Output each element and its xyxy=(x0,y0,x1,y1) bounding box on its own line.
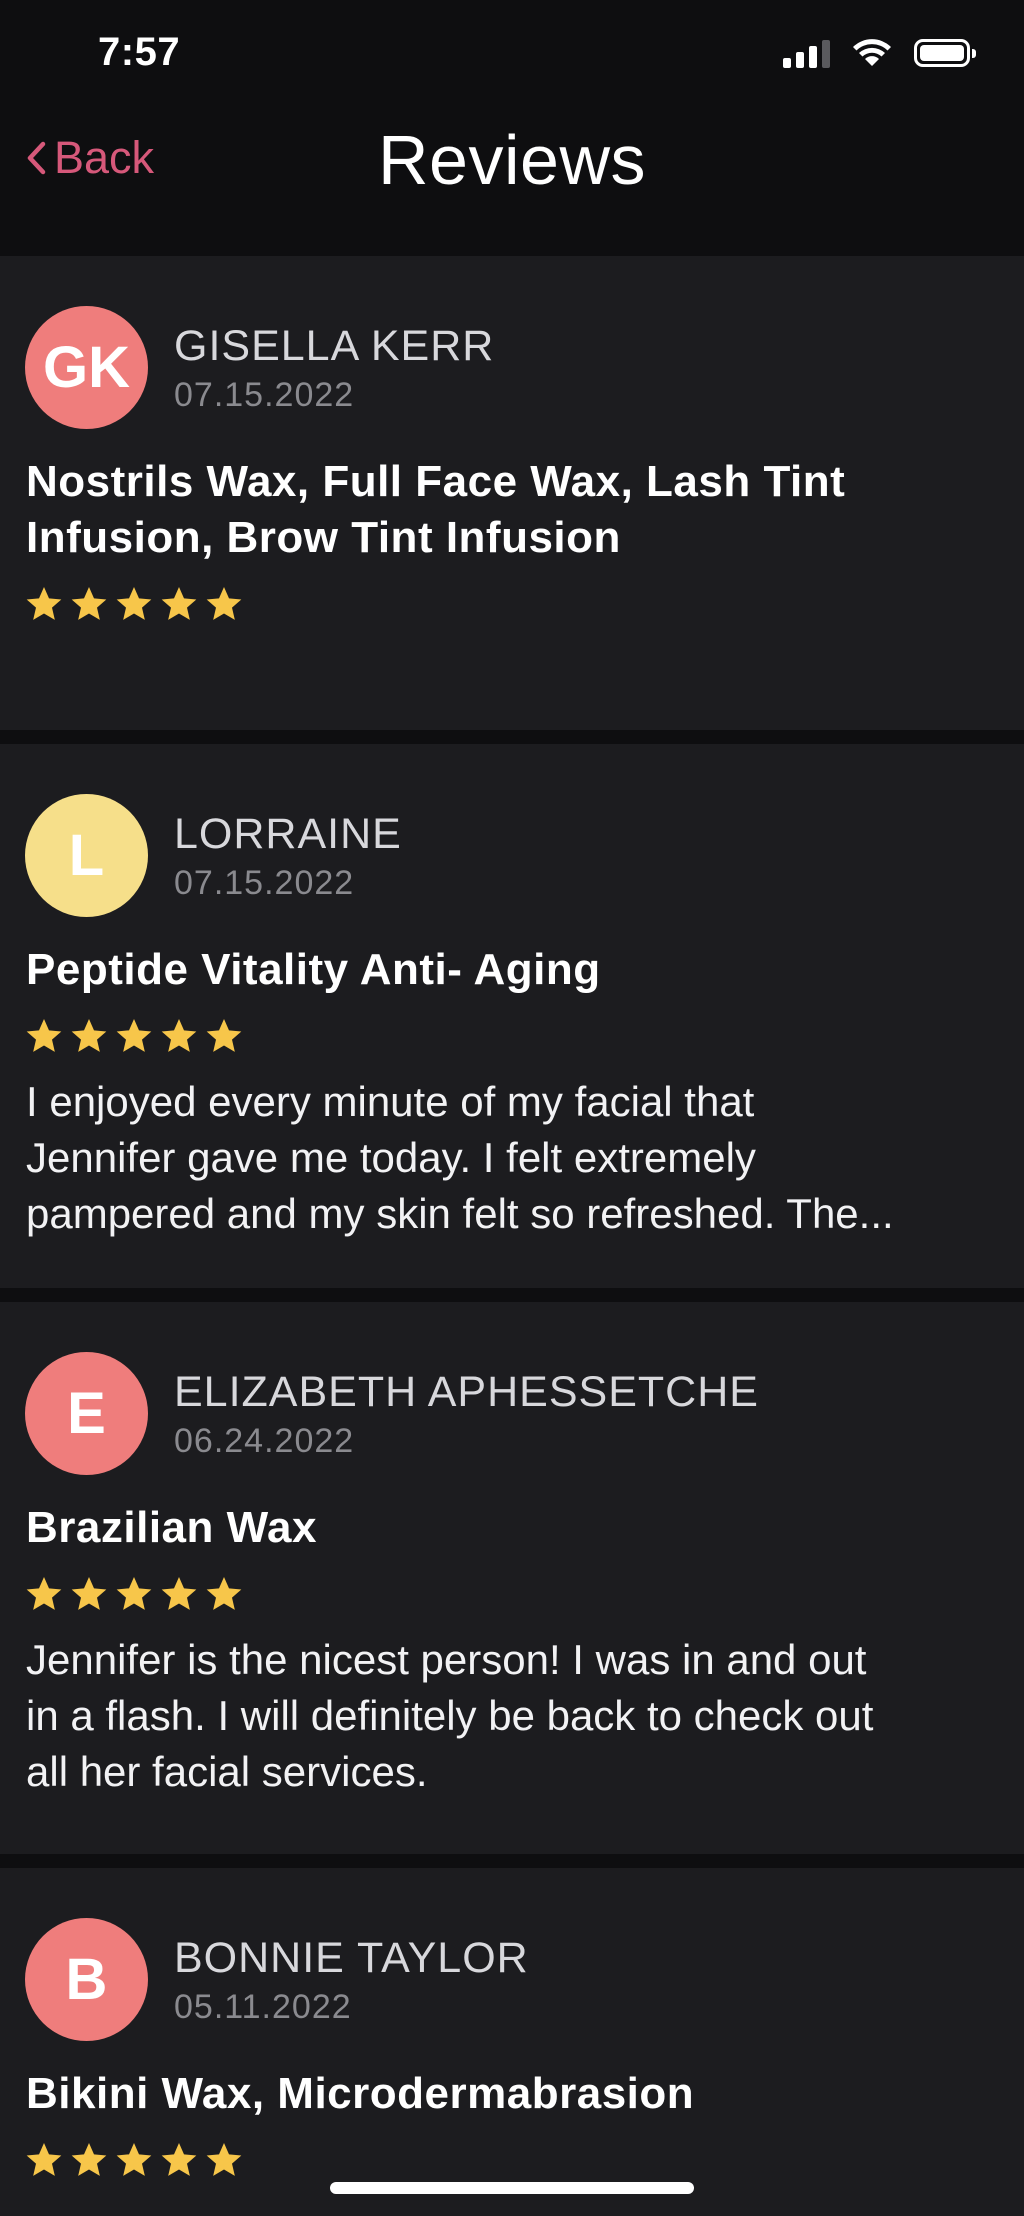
service-line: Bikini Wax, Microdermabrasion xyxy=(26,2069,695,2118)
star-icon xyxy=(71,587,107,620)
star-icon xyxy=(116,2143,152,2176)
star-icon xyxy=(71,1019,107,1052)
star-icon xyxy=(206,2143,242,2176)
star-icon xyxy=(26,587,62,620)
star-icon xyxy=(26,1019,62,1052)
star-rating xyxy=(24,1574,244,1614)
home-indicator[interactable] xyxy=(330,2182,694,2194)
comment-line: I enjoyed every minute of my facial that xyxy=(26,1078,755,1125)
comment-line: all her facial services. xyxy=(26,1748,428,1795)
review-list: GK GISELLA KERR 07.15.2022 Nostrils Wax,… xyxy=(0,256,1024,2216)
star-icon xyxy=(161,1577,197,1610)
review-date: 06.24.2022 xyxy=(174,1422,355,1460)
avatar: B xyxy=(25,1918,148,2041)
star-icon xyxy=(26,2143,62,2176)
status-time: 7:57 xyxy=(98,30,181,74)
comment-line: in a flash. I will definitely be back to… xyxy=(26,1692,874,1739)
star-icon xyxy=(71,2143,107,2176)
comment-line: Jennifer is the nicest person! I was in … xyxy=(26,1636,867,1683)
service-list: Brazilian Wax xyxy=(26,1500,986,1556)
star-icon xyxy=(116,1577,152,1610)
star-icon xyxy=(116,1019,152,1052)
star-icon xyxy=(206,1019,242,1052)
comment-line: Jennifer gave me today. I felt extremely xyxy=(26,1134,756,1181)
service-list: Peptide Vitality Anti- Aging xyxy=(26,942,986,998)
star-rating xyxy=(24,1016,244,1056)
star-icon xyxy=(26,1577,62,1610)
reviewer-name: BONNIE TAYLOR xyxy=(174,1934,529,1982)
star-rating xyxy=(24,2140,244,2180)
service-list: Bikini Wax, Microdermabrasion xyxy=(26,2066,986,2122)
page-title: Reviews xyxy=(377,121,647,199)
star-icon xyxy=(161,587,197,620)
service-line: Brazilian Wax xyxy=(26,1503,317,1552)
review-card[interactable]: E ELIZABETH APHESSETCHE 06.24.2022 Brazi… xyxy=(0,1302,1024,1854)
review-card[interactable]: GK GISELLA KERR 07.15.2022 Nostrils Wax,… xyxy=(0,256,1024,730)
star-rating xyxy=(24,584,244,624)
star-icon xyxy=(206,587,242,620)
avatar: E xyxy=(25,1352,148,1475)
star-icon xyxy=(161,2143,197,2176)
star-icon xyxy=(116,587,152,620)
star-icon xyxy=(161,1019,197,1052)
cellular-signal-icon xyxy=(783,38,830,68)
service-line: Infusion, Brow Tint Infusion xyxy=(26,513,621,562)
reviews-screen: 7:57 Back Reviews GK GISELLA KERR 07.15.… xyxy=(0,0,1024,2216)
star-icon xyxy=(206,1577,242,1610)
review-comment: I enjoyed every minute of my facial that… xyxy=(26,1074,1006,1242)
review-card[interactable]: B BONNIE TAYLOR 05.11.2022 Bikini Wax, M… xyxy=(0,1868,1024,2216)
avatar: GK xyxy=(25,306,148,429)
wifi-icon xyxy=(853,39,891,66)
status-icons xyxy=(783,38,976,68)
avatar: L xyxy=(25,794,148,917)
status-bar: 7:57 xyxy=(0,0,1024,110)
reviewer-name: LORRAINE xyxy=(174,810,402,858)
service-line: Peptide Vitality Anti- Aging xyxy=(26,945,601,994)
review-comment: Jennifer is the nicest person! I was in … xyxy=(26,1632,1006,1800)
reviewer-name: GISELLA KERR xyxy=(174,322,495,370)
reviewer-name: ELIZABETH APHESSETCHE xyxy=(174,1368,759,1416)
star-icon xyxy=(71,1577,107,1610)
review-date: 07.15.2022 xyxy=(174,864,355,902)
battery-icon xyxy=(914,39,976,67)
review-card[interactable]: L LORRAINE 07.15.2022 Peptide Vitality A… xyxy=(0,744,1024,1288)
comment-line: pampered and my skin felt so refreshed. … xyxy=(26,1190,894,1237)
service-line: Nostrils Wax, Full Face Wax, Lash Tint xyxy=(26,457,846,506)
navigation-bar: Back Reviews xyxy=(0,110,1024,256)
review-date: 05.11.2022 xyxy=(174,1988,352,2026)
service-list: Nostrils Wax, Full Face Wax, Lash Tint I… xyxy=(26,454,986,566)
review-date: 07.15.2022 xyxy=(174,376,355,414)
